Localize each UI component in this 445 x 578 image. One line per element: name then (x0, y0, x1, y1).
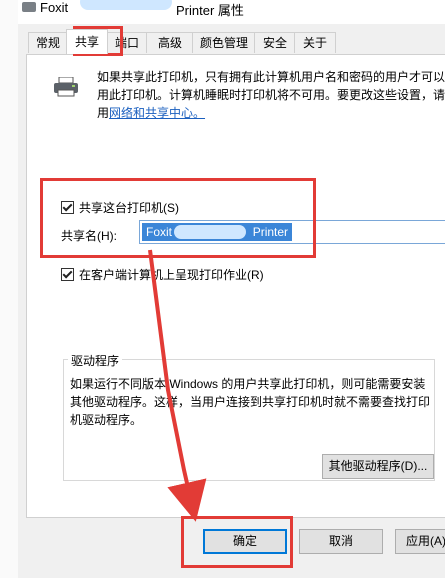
render-jobs-row[interactable]: 在客户端计算机上呈现打印作业(R) (61, 266, 264, 283)
sharing-panel: 如果共享此打印机，只有拥有此计算机用户名和密码的用户才可以使用此打印机。计算机睡… (26, 54, 445, 518)
drivers-groupbox: 驱动程序 如果运行不同版本 Windows 的用户共享此打印机，则可能需要安装其… (63, 352, 435, 481)
share-name-input[interactable]: Foxit Printer (139, 220, 445, 244)
title-text-right: Printer 属性 (176, 3, 244, 18)
apply-button[interactable]: 应用(A) (395, 529, 445, 554)
share-printer-checkbox[interactable] (61, 201, 74, 214)
drivers-title: 驱动程序 (68, 352, 123, 369)
share-name-label: 共享名(H): (61, 229, 117, 243)
tab-sharing[interactable]: 共享 (66, 29, 108, 54)
share-name-value-left: Foxit (146, 225, 173, 239)
render-jobs-label: 在客户端计算机上呈现打印作业(R) (79, 268, 264, 282)
tab-color-management[interactable]: 颜色管理 (192, 32, 256, 53)
tab-ports[interactable]: 端口 (106, 32, 148, 53)
share-name-value-right: Printer (252, 225, 289, 239)
title-bar: Foxit Printer 属性 (18, 0, 445, 24)
tab-general[interactable]: 常规 (28, 32, 68, 53)
network-sharing-center-link[interactable]: 网络和共享中心。 (109, 106, 205, 120)
other-drivers-button[interactable]: 其他驱动程序(D)... (322, 454, 434, 479)
background-window-strip (0, 0, 18, 578)
share-printer-label: 共享这台打印机(S) (79, 201, 179, 215)
ok-button[interactable]: 确定 (203, 529, 287, 554)
render-jobs-checkbox[interactable] (61, 268, 74, 281)
tab-advanced[interactable]: 高级 (146, 32, 194, 53)
drivers-description: 如果运行不同版本 Windows 的用户共享此打印机，则可能需要安装其他驱动程序… (70, 377, 431, 427)
printer-properties-dialog: Foxit Printer 属性 常规 共享 端口 高级 颜色管理 安全 关于 … (18, 0, 445, 578)
printer-title-icon (22, 2, 36, 12)
cancel-button[interactable]: 取消 (299, 529, 383, 554)
tab-about[interactable]: 关于 (294, 32, 336, 53)
share-printer-row[interactable]: 共享这台打印机(S) (61, 199, 179, 216)
title-text-left: Foxit (40, 0, 69, 15)
printer-icon (54, 77, 78, 97)
redacted-blur-name (174, 225, 246, 239)
sharing-intro: 如果共享此打印机，只有拥有此计算机用户名和密码的用户才可以使用此打印机。计算机睡… (97, 68, 445, 122)
redacted-blur (80, 0, 172, 10)
tab-security[interactable]: 安全 (254, 32, 296, 53)
